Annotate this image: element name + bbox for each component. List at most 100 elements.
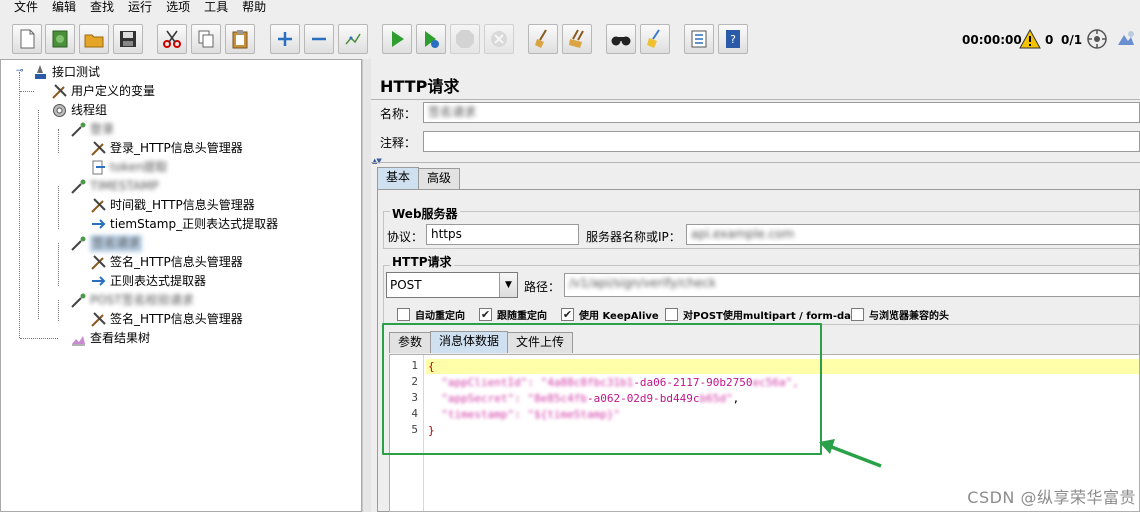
checkbox-option[interactable]: ✔ 跟随重定向 <box>479 307 547 322</box>
warning-icon[interactable] <box>1019 29 1041 49</box>
chevron-down-icon: ▼ <box>499 273 517 297</box>
checkbox-unchecked[interactable] <box>851 308 864 321</box>
save-button[interactable] <box>113 24 143 54</box>
tree-node-result-tree[interactable]: 查看结果树 <box>70 329 150 348</box>
start-no-pause-icon <box>425 31 439 48</box>
method-select[interactable]: POST ▼ <box>386 272 518 298</box>
function-helper-button[interactable] <box>684 24 714 54</box>
log-viewer-icon[interactable] <box>1115 28 1137 50</box>
tree-node-sampler-sign[interactable]: 签名请求 <box>70 234 143 253</box>
tree-node-header-manager[interactable]: 签名_HTTP信息头管理器 <box>90 253 243 272</box>
tree-node-sampler-timestamp[interactable]: TIMESTAMP <box>70 177 159 196</box>
tree-node-extractor[interactable]: 正则表达式提取器 <box>90 272 206 291</box>
comment-field[interactable] <box>423 131 1140 152</box>
expand-button[interactable] <box>270 24 300 54</box>
chart-icon <box>72 336 85 346</box>
cut-icon <box>163 30 181 48</box>
menu-item[interactable]: 选项 <box>159 0 197 16</box>
http-request-panel: HTTP请求 名称： 签名请求 注释： ▲▼ 基本 高级 Web服务器 协议： h… <box>371 59 1140 512</box>
comment-label: 注释： <box>380 136 417 150</box>
help-icon: ? <box>726 30 740 48</box>
expand-handle[interactable]: ⊸ <box>15 67 24 76</box>
new-button[interactable] <box>12 24 42 54</box>
splitter[interactable] <box>362 59 371 512</box>
clear-all-icon <box>569 29 584 48</box>
start-button[interactable] <box>382 24 412 54</box>
config-tabs: 基本 高级 <box>377 167 461 189</box>
tree-node-test-plan[interactable]: 接口测试 <box>32 63 100 82</box>
clear-button[interactable] <box>528 24 558 54</box>
menu-item[interactable]: 查找 <box>83 0 121 16</box>
menu-item[interactable]: 帮助 <box>235 0 273 16</box>
tree-node-header-manager[interactable]: 签名_HTTP信息头管理器 <box>90 310 243 329</box>
tree-node-extractor[interactable]: token提取 <box>90 158 168 177</box>
pipette-icon <box>71 236 86 251</box>
menu-item[interactable]: 工具 <box>197 0 235 16</box>
search-button[interactable] <box>606 24 636 54</box>
menu-item[interactable]: 运行 <box>121 0 159 16</box>
tree-node-user-vars[interactable]: 用户定义的变量 <box>51 82 155 101</box>
help-button[interactable]: ? <box>718 24 748 54</box>
server-field[interactable]: api.example.com <box>686 224 1140 245</box>
new-icon <box>20 29 35 49</box>
menu-item[interactable]: 文件 <box>0 0 45 16</box>
checkbox-unchecked[interactable] <box>397 308 410 321</box>
collapse-icon <box>312 37 326 41</box>
tree-node-extractor[interactable]: tiemStamp_正则表达式提取器 <box>90 215 278 234</box>
checkbox-option[interactable]: ✔ 使用 KeepAlive <box>561 307 659 322</box>
save-icon <box>120 31 136 47</box>
path-field[interactable]: /v1/api/sign/verify/check <box>564 273 1140 297</box>
protocol-label: 协议： <box>387 230 424 244</box>
extractor-icon <box>92 160 105 175</box>
tree-node-sampler-verify[interactable]: POST签名校验请求 <box>70 291 194 310</box>
copy-icon <box>198 30 214 48</box>
checkbox-option[interactable]: 自动重定向 <box>397 307 465 322</box>
checkbox-label: 自动重定向 <box>415 311 465 322</box>
templates-button[interactable] <box>45 24 75 54</box>
tree-node-header-manager[interactable]: 登录_HTTP信息头管理器 <box>90 139 243 158</box>
pipette-icon <box>71 179 86 194</box>
stop-button[interactable] <box>450 24 480 54</box>
path-label: 路径： <box>524 280 561 294</box>
menu-item[interactable]: 编辑 <box>45 0 83 16</box>
clear-all-button[interactable] <box>562 24 592 54</box>
paste-icon <box>232 30 248 49</box>
tree-node-thread-group[interactable]: 线程组 <box>51 101 107 120</box>
reset-search-icon <box>647 29 660 48</box>
tab-advanced[interactable]: 高级 <box>418 168 461 189</box>
collapse-button[interactable] <box>304 24 334 54</box>
open-icon <box>84 34 104 48</box>
tab-basic[interactable]: 基本 <box>377 167 420 189</box>
test-plan-icon <box>35 65 46 79</box>
extractor-icon <box>92 219 106 229</box>
start-no-pauses-button[interactable] <box>416 24 446 54</box>
template-icon <box>52 30 68 48</box>
paste-button[interactable] <box>225 24 255 54</box>
toggle-button[interactable] <box>338 24 368 54</box>
checkbox-checked[interactable]: ✔ <box>479 308 492 321</box>
stop-icon <box>456 30 474 48</box>
protocol-field[interactable]: https <box>426 224 579 245</box>
wrench-icon <box>52 84 67 99</box>
toggle-icon <box>345 33 361 45</box>
checkbox-option[interactable]: 对POST使用multipart / form-data <box>665 307 862 322</box>
name-field[interactable]: 签名请求 <box>423 102 1140 123</box>
tree-node-sampler-login[interactable]: 登录 <box>70 120 114 139</box>
error-count: 0 <box>1045 33 1054 47</box>
checkbox-option[interactable]: 与浏览器兼容的头 <box>851 307 949 322</box>
tree-node-header-manager[interactable]: 时间戳_HTTP信息头管理器 <box>90 196 255 215</box>
shutdown-icon <box>491 31 507 47</box>
checkbox-label: 对POST使用multipart / form-data <box>683 311 863 322</box>
copy-button[interactable] <box>191 24 221 54</box>
shutdown-button[interactable] <box>484 24 514 54</box>
checkbox-checked[interactable]: ✔ <box>561 308 574 321</box>
function-helper-icon <box>691 30 707 48</box>
menu-bar: 文件 编辑 查找 运行 选项 工具 帮助 <box>0 0 1140 16</box>
checkbox-unchecked[interactable] <box>665 308 678 321</box>
divider-toggle-icon[interactable]: ▲▼ <box>372 157 382 165</box>
cut-button[interactable] <box>157 24 187 54</box>
open-button[interactable] <box>79 24 109 54</box>
remote-status-icon[interactable] <box>1086 28 1108 50</box>
reset-search-button[interactable] <box>640 24 670 54</box>
test-plan-tree: ⊸ 接口测试 用户定义的变量 线程组 登录 登录_HTTP信息头管理器 toke… <box>0 59 362 512</box>
